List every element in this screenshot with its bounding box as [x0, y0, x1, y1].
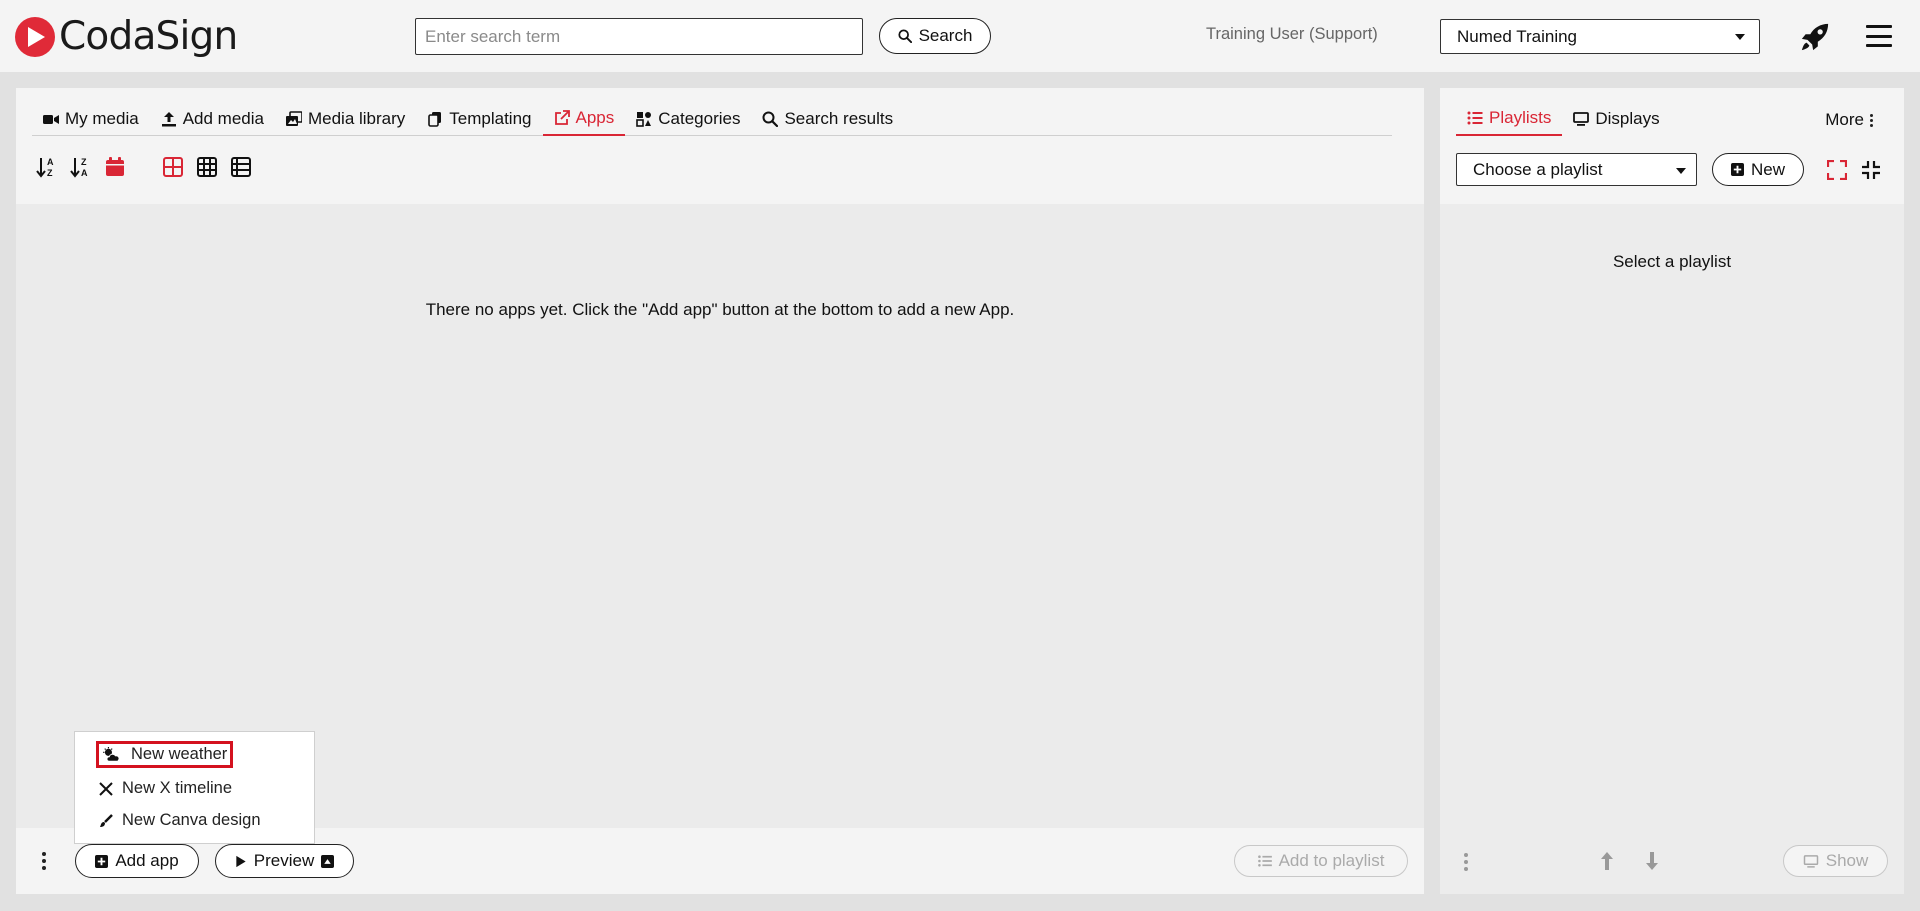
play-icon: [236, 855, 246, 867]
search-button-label: Search: [918, 26, 973, 45]
brand-logo[interactable]: CodaSign: [14, 14, 238, 59]
tab-label: Categories: [658, 109, 741, 128]
external-link-icon: [554, 110, 570, 125]
copy-icon: [428, 112, 442, 127]
menu-item-new-canva-design[interactable]: New Canva design: [99, 811, 261, 830]
media-panel-toolbar: My media Add media Media library Templat…: [16, 88, 1424, 204]
plus-square-icon: [95, 854, 109, 868]
tab-label: Media library: [307, 109, 406, 128]
main-menu-icon[interactable]: [1866, 25, 1892, 47]
svg-text:A: A: [81, 168, 88, 178]
select-playlist-message: Select a playlist: [1612, 252, 1732, 271]
preview-label: Preview: [253, 851, 315, 870]
more-label: More: [1825, 110, 1864, 129]
cloud-sun-icon: [103, 746, 120, 762]
search-input[interactable]: [415, 18, 863, 55]
rocket-icon[interactable]: [1800, 22, 1830, 52]
caret-down-icon: [1735, 34, 1745, 40]
more-options-icon[interactable]: [1464, 853, 1470, 874]
vertical-dots-icon: [1870, 113, 1874, 127]
menu-item-label: New X timeline: [122, 779, 233, 797]
playlist-select-value: Choose a playlist: [1473, 159, 1603, 179]
tab-my-media[interactable]: My media: [32, 102, 150, 136]
grid-large-icon[interactable]: [162, 156, 184, 178]
svg-text:A: A: [47, 157, 54, 167]
media-tabs: My media Add media Media library Templat…: [32, 102, 1392, 136]
tab-label: Templating: [449, 109, 532, 128]
tab-label: Search results: [784, 109, 894, 128]
monitor-icon: [1573, 112, 1590, 126]
arrow-down-icon[interactable]: [1645, 851, 1659, 871]
new-playlist-button[interactable]: New: [1712, 153, 1804, 186]
list-view-icon[interactable]: [230, 156, 252, 178]
tab-displays[interactable]: Displays: [1562, 102, 1670, 136]
tab-label: My media: [65, 109, 139, 128]
tab-templating[interactable]: Templating: [416, 102, 542, 136]
tab-label: Displays: [1595, 109, 1660, 128]
tab-label: Apps: [575, 108, 615, 127]
tab-search-results[interactable]: Search results: [751, 102, 904, 136]
tab-playlists[interactable]: Playlists: [1456, 102, 1563, 136]
paintbrush-icon: [100, 813, 113, 827]
add-to-playlist-button[interactable]: Add to playlist: [1234, 845, 1408, 877]
categories-icon: [636, 112, 652, 127]
tab-label: Add media: [182, 109, 264, 128]
tab-media-library[interactable]: Media library: [275, 102, 416, 136]
svg-text:Z: Z: [47, 168, 53, 178]
list-icon: [1257, 855, 1272, 867]
menu-item-label: New weather: [131, 745, 228, 763]
compress-icon[interactable]: [1861, 160, 1881, 180]
search-button[interactable]: Search: [879, 18, 991, 54]
x-logo-icon: [99, 781, 113, 796]
new-playlist-label: New: [1750, 159, 1785, 179]
upload-icon: [161, 112, 176, 127]
organization-select-value: Numed Training: [1457, 26, 1578, 46]
search-icon: [898, 29, 912, 43]
expand-icon[interactable]: [1827, 160, 1847, 180]
menu-item-label: New Canva design: [122, 811, 261, 829]
add-to-playlist-label: Add to playlist: [1278, 851, 1385, 870]
preview-button[interactable]: Preview: [215, 844, 354, 878]
playlist-tabs: Playlists Displays: [1456, 102, 1671, 136]
plus-square-icon: [1730, 163, 1744, 176]
monitor-icon: [1803, 854, 1818, 868]
tab-label: Playlists: [1489, 108, 1552, 127]
empty-apps-message: There no apps yet. Click the "Add app" b…: [425, 300, 1015, 319]
caret-up-square-icon: [321, 854, 335, 868]
grid-small-icon[interactable]: [196, 156, 218, 178]
sort-by-date-icon[interactable]: [104, 156, 126, 178]
add-app-label: Add app: [115, 851, 179, 870]
search-icon: [762, 111, 779, 127]
images-icon: [285, 111, 302, 126]
playlist-select[interactable]: Choose a playlist: [1456, 153, 1697, 186]
current-user: Training User (Support): [1206, 25, 1378, 43]
playlist-panel-footer: Show: [1440, 828, 1904, 894]
caret-down-icon: [1676, 168, 1686, 174]
arrow-up-icon[interactable]: [1600, 851, 1614, 871]
show-button[interactable]: Show: [1783, 845, 1888, 877]
sort-ascending-icon[interactable]: AZ: [36, 156, 58, 178]
svg-text:Z: Z: [81, 157, 87, 167]
menu-item-new-x-timeline[interactable]: New X timeline: [99, 779, 232, 798]
add-app-button[interactable]: Add app: [75, 844, 199, 878]
top-header: CodaSign Search Training User (Support) …: [0, 0, 1920, 72]
more-menu-button[interactable]: More: [1825, 110, 1874, 130]
codasign-logo-icon: [15, 16, 55, 57]
playlist-panel-toolbar: Playlists Displays More Choose a playlis…: [1440, 88, 1904, 204]
tab-add-media[interactable]: Add media: [150, 102, 275, 136]
more-options-icon[interactable]: [42, 852, 48, 873]
video-camera-icon: [43, 115, 59, 124]
sort-descending-icon[interactable]: ZA: [70, 156, 92, 178]
organization-select[interactable]: Numed Training: [1440, 19, 1760, 54]
brand-name: CodaSign: [59, 14, 238, 59]
add-app-menu: New weather New X timeline New Canva des…: [74, 731, 315, 844]
show-label: Show: [1825, 851, 1869, 870]
view-tools: AZ ZA: [36, 156, 264, 178]
playlist-panel: Playlists Displays More Choose a playlis…: [1440, 88, 1904, 894]
tab-categories[interactable]: Categories: [625, 102, 751, 136]
tab-apps[interactable]: Apps: [542, 102, 626, 136]
list-icon: [1467, 111, 1483, 125]
menu-item-new-weather[interactable]: New weather: [96, 741, 234, 768]
